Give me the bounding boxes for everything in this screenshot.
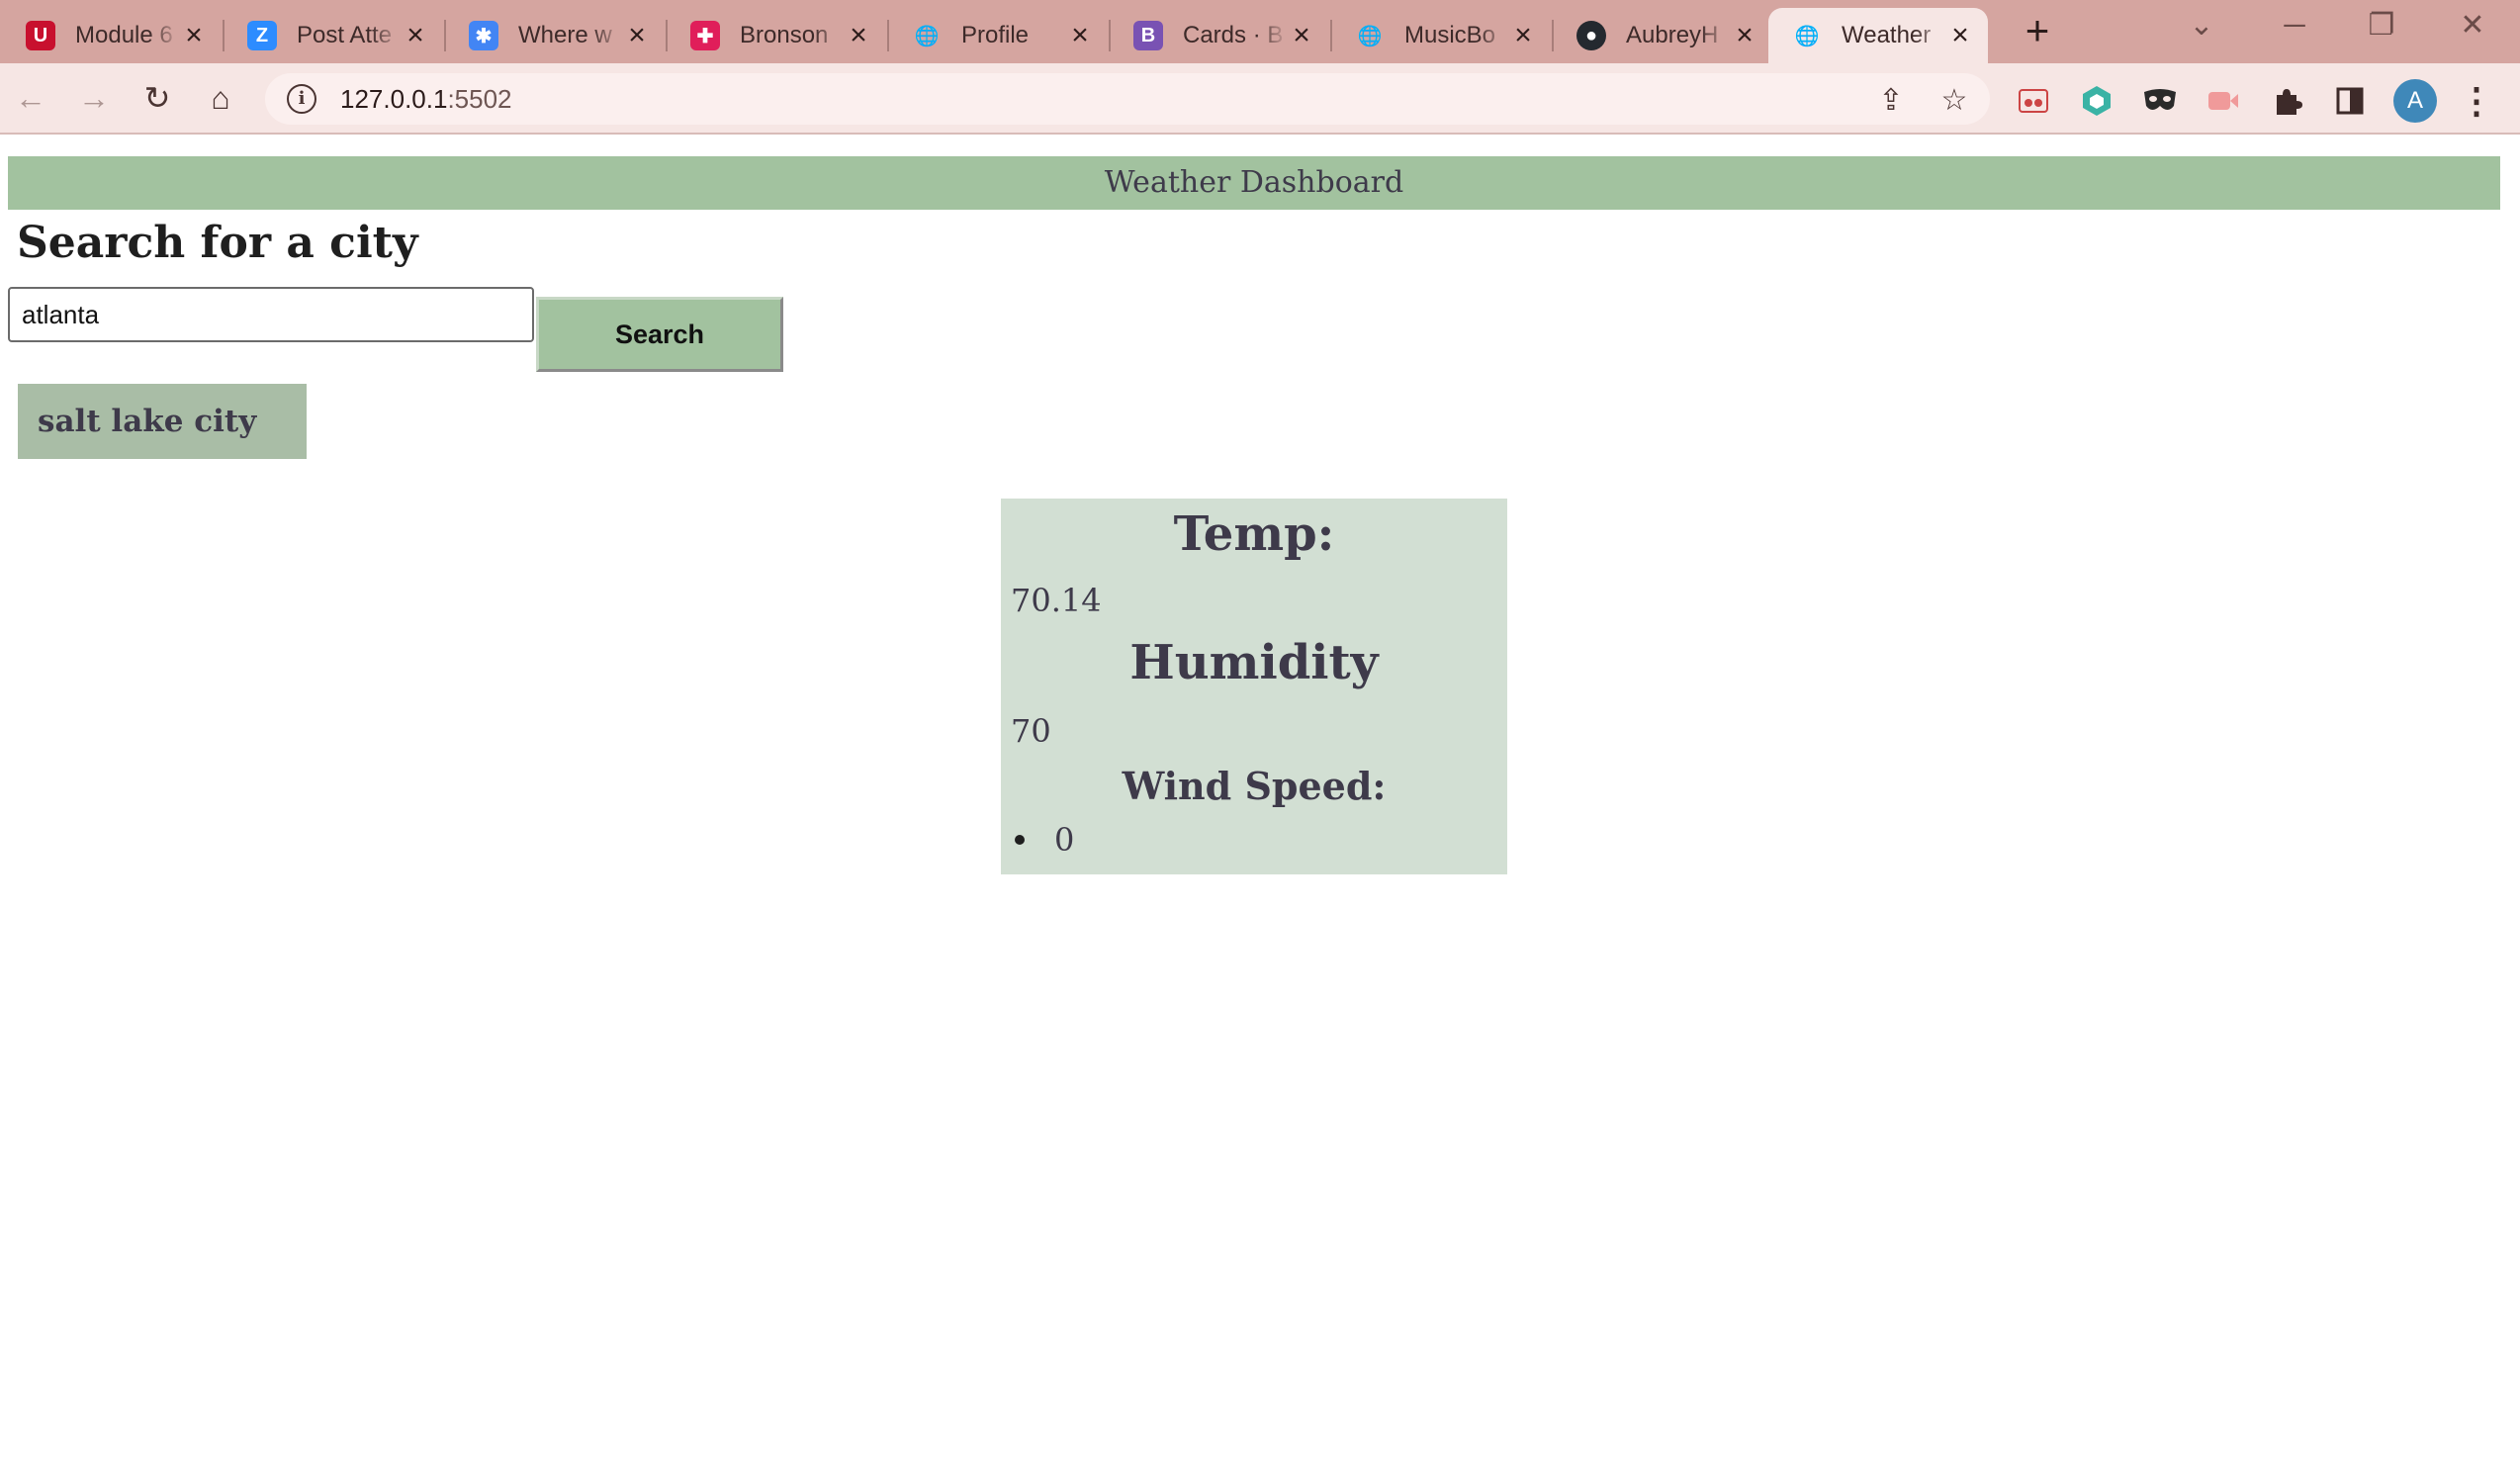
share-icon[interactable]: ⇪ — [1873, 83, 1909, 119]
tab-title: Where w — [518, 22, 612, 48]
tab-close-icon[interactable]: × — [1066, 21, 1094, 50]
slack-icon: ✚ — [690, 21, 720, 50]
close-window-button[interactable]: ✕ — [2443, 6, 2502, 46]
tab-close-icon[interactable]: × — [180, 21, 208, 50]
browser-tab[interactable]: U Module 6 × — [2, 8, 222, 63]
page-viewport: Weather Dashboard Search for a city Sear… — [0, 137, 2520, 1460]
browser-tab[interactable]: B Cards · B × — [1110, 8, 1329, 63]
profile-avatar[interactable]: A — [2393, 79, 2437, 123]
bookmark-star-icon[interactable]: ☆ — [1936, 83, 1972, 119]
tab-close-icon[interactable]: × — [845, 21, 872, 50]
tab-title: Bronson — [740, 22, 829, 48]
browser-tab[interactable]: 🌐 Weather × — [1768, 8, 1988, 63]
temp-value: 70.14 — [1011, 582, 1102, 619]
browser-tab[interactable]: ✱ Where w × — [445, 8, 665, 63]
home-icon[interactable]: ⌂ — [198, 75, 243, 121]
tab-close-icon[interactable]: × — [1288, 21, 1315, 50]
tab-search-chevron-icon[interactable]: ⌄ — [2172, 6, 2231, 46]
tab-close-icon[interactable]: × — [1731, 21, 1758, 50]
tab-title: Weather — [1842, 22, 1932, 48]
address-bar[interactable]: i 127.0.0.1:5502 ⇪ ☆ — [265, 73, 1990, 125]
bullet-icon — [1015, 835, 1025, 845]
minimize-button[interactable]: ─ — [2265, 6, 2324, 46]
globe-icon: 🌐 — [914, 25, 940, 47]
site-info-icon[interactable]: i — [287, 84, 316, 114]
reload-icon[interactable]: ↻ — [135, 75, 180, 121]
browser-tab[interactable]: 🌐 MusicBo × — [1331, 8, 1551, 63]
tab-title: MusicBo — [1404, 22, 1496, 48]
university-u-icon: U — [26, 21, 55, 50]
extensions-puzzle-icon[interactable] — [2267, 81, 2306, 121]
humidity-value: 70 — [1011, 712, 1051, 750]
city-search-input[interactable] — [8, 287, 534, 342]
browser-tab[interactable]: 🌐 Profile × — [888, 8, 1108, 63]
temp-label: Temp: — [1173, 506, 1335, 562]
wind-speed-list: 0 — [1011, 821, 1074, 859]
shield-extension-icon[interactable] — [2077, 81, 2116, 121]
browser-menu-icon[interactable]: ⋮ — [2459, 79, 2494, 123]
tab-title: Profile — [961, 22, 1030, 48]
search-heading: Search for a city — [17, 218, 418, 268]
tab-title: Module 6 — [75, 22, 173, 48]
back-arrow-icon[interactable]: ← — [8, 75, 53, 121]
tab-close-icon[interactable]: × — [402, 21, 429, 50]
tab-close-icon[interactable]: × — [623, 21, 651, 50]
tab-strip: U Module 6 × Z Post Atte × ✱ Where w × ✚ Bronson × 🌐… — [0, 0, 2520, 63]
new-tab-button[interactable]: + — [2013, 8, 2062, 57]
github-icon: ● — [1576, 21, 1606, 50]
tab-title: Post Atte — [297, 22, 393, 48]
tab-title: AubreyH — [1626, 22, 1719, 48]
browser-tab[interactable]: Z Post Atte × — [224, 8, 443, 63]
browser-tab[interactable]: ✚ Bronson × — [667, 8, 886, 63]
search-button[interactable]: Search — [536, 297, 783, 372]
wind-speed-value: 0 — [1054, 821, 1075, 859]
side-panel-icon[interactable] — [2330, 81, 2370, 121]
bootstrap-icon: B — [1133, 21, 1163, 50]
secure-extension-icon[interactable] — [2014, 81, 2053, 121]
humidity-label: Humidity — [1129, 635, 1379, 690]
forward-arrow-icon[interactable]: → — [71, 75, 117, 121]
restore-button[interactable]: ❐ — [2352, 6, 2411, 46]
page-header: Weather Dashboard — [8, 156, 2500, 210]
browser-tab[interactable]: ● AubreyH × — [1553, 8, 1772, 63]
google-workspace-icon: ✱ — [469, 21, 498, 50]
tab-title: Cards · B — [1183, 22, 1284, 48]
wind-speed-label: Wind Speed: — [1122, 764, 1387, 808]
tab-close-icon[interactable]: × — [1946, 21, 1974, 50]
mask-extension-icon[interactable] — [2140, 81, 2180, 121]
tab-close-icon[interactable]: × — [1509, 21, 1537, 50]
zoom-icon: Z — [247, 21, 277, 50]
search-history-item[interactable]: salt lake city — [18, 384, 307, 459]
video-extension-icon[interactable] — [2204, 81, 2243, 121]
globe-icon: 🌐 — [1794, 25, 1820, 47]
weather-card: Temp: 70.14 Humidity 70 Wind Speed: 0 — [1001, 499, 1507, 874]
globe-icon: 🌐 — [1357, 25, 1383, 47]
url-text: 127.0.0.1:5502 — [340, 83, 512, 114]
